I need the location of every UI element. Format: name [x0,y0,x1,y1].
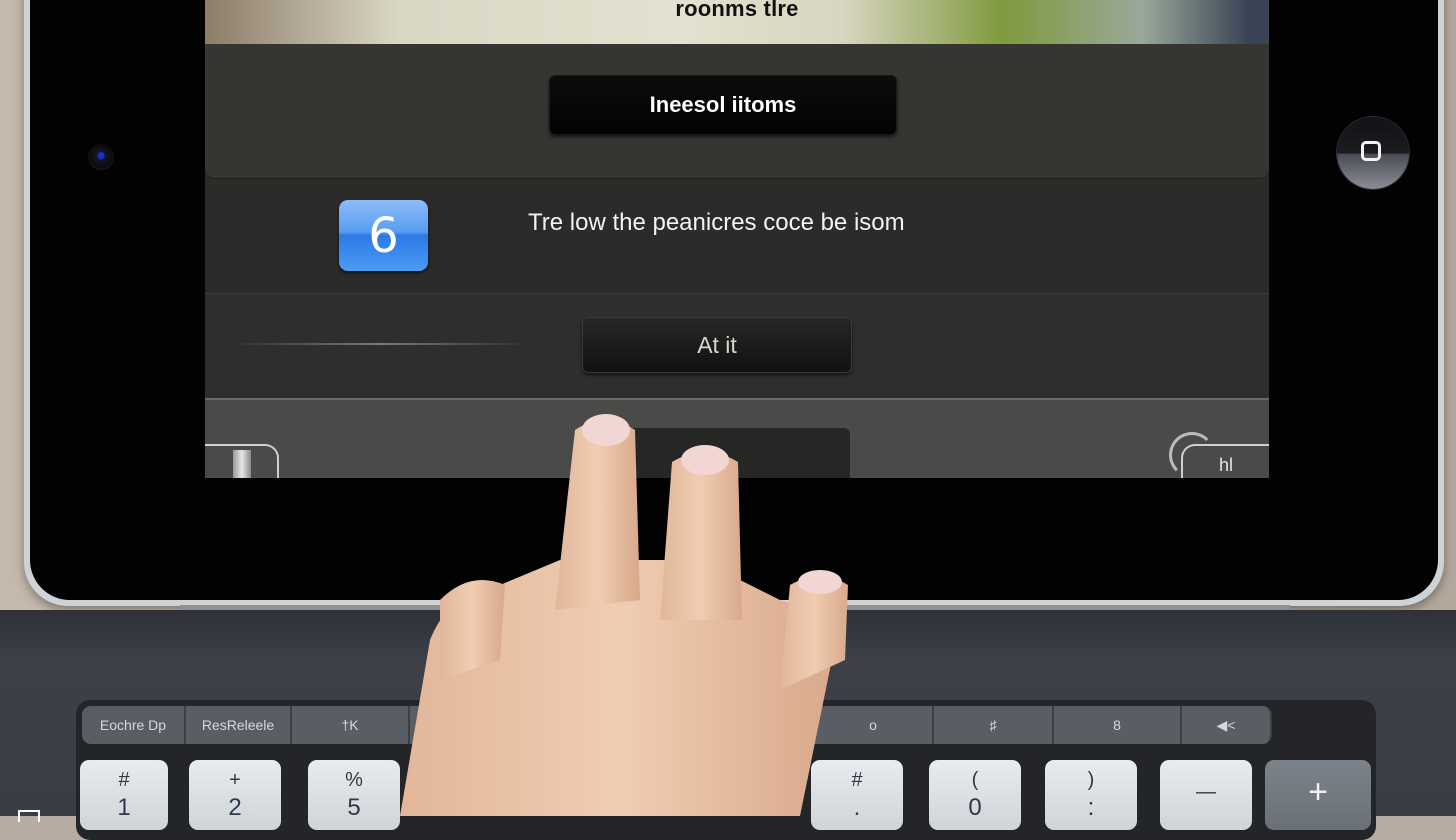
toolbar-right-tab[interactable]: hl [1169,432,1269,478]
key-0[interactable]: ( 0 [929,760,1021,830]
top-banner: roonms tlre [205,0,1269,44]
corner-square-icon [18,810,40,822]
bottom-toolbar: hl [205,398,1269,478]
secondary-button[interactable]: At it [582,317,852,373]
key-close-paren[interactable]: ) : [1045,760,1137,830]
toolbar-center-button[interactable] [582,428,850,478]
key-2[interactable]: + 2 [189,760,281,830]
key-plus[interactable]: + [1265,760,1371,830]
fkey-6[interactable]: o [814,706,934,744]
function-key-row: Eochre Dp ResReleele †K o ♯ 8 ◀< [82,706,1272,744]
key-5[interactable]: % 5 [308,760,400,830]
fkey-back[interactable]: ◀< [1182,706,1272,744]
fkey-2[interactable]: ResReleele [186,706,292,744]
divider [230,343,530,345]
key-minus[interactable]: — [1160,760,1252,830]
cursor-bar-icon [233,450,251,478]
banner-title: roonms tlre [675,0,799,21]
key-hash[interactable]: # . [811,760,903,830]
toolbar-left-tab[interactable] [205,444,279,478]
home-square-icon [1361,141,1381,161]
fkey-3[interactable]: †K [292,706,410,744]
refresh-arc-icon [1169,432,1215,478]
toolbar-right-label: hl [1218,454,1233,475]
home-button[interactable] [1337,117,1409,189]
app-icon-six[interactable]: 6 [339,200,428,271]
action-panel: Ineesol iitoms [205,44,1269,179]
fkey-1[interactable]: Eochre Dp [82,706,186,744]
primary-button[interactable]: Ineesol iitoms [549,75,897,135]
front-camera-icon [88,144,114,170]
notification-message: Tre low the peanicres coce be isom [528,209,905,236]
key-1[interactable]: # 1 [80,760,168,830]
fkey-5[interactable] [612,706,814,744]
fkey-8[interactable]: 8 [1054,706,1182,744]
fkey-4[interactable] [410,706,612,744]
tablet-screen: roonms tlre Ineesol iitoms 6 Tre low the… [205,0,1269,478]
fkey-7[interactable]: ♯ [934,706,1054,744]
secondary-panel: At it [205,294,1269,398]
notification-row: 6 Tre low the peanicres coce be isom [205,179,1269,294]
